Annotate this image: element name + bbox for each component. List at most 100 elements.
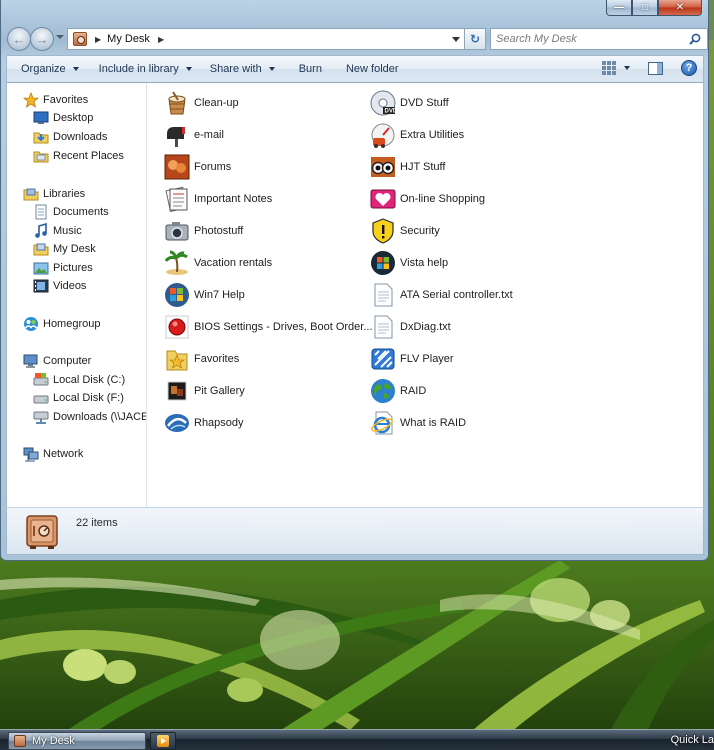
forward-arrow-icon: → (35, 31, 49, 47)
nav-downloads[interactable]: Downloads (33, 128, 107, 146)
close-icon: ✕ (675, 2, 685, 13)
forums-image-icon (164, 154, 190, 180)
maximize-button[interactable]: □ (632, 0, 658, 16)
details-pane: 22 items (6, 507, 704, 555)
file-item-favorites[interactable]: Favorites (164, 345, 239, 373)
change-view-icon[interactable] (602, 61, 616, 75)
burn-button[interactable]: Burn (291, 56, 330, 82)
quick-launch-toolbar[interactable]: Quick La (671, 734, 714, 746)
nav-network[interactable]: Network (23, 445, 83, 463)
include-in-library-menu[interactable]: Include in library (91, 56, 200, 82)
nav-label: Recent Places (53, 150, 124, 162)
file-item-dvd-stuff[interactable]: DVD DVD Stuff (370, 89, 449, 117)
nav-label: Local Disk (F:) (53, 392, 124, 404)
nav-label: Documents (53, 206, 109, 218)
file-item-email[interactable]: e-mail (164, 121, 224, 149)
file-item-extra-utilities[interactable]: Extra Utilities (370, 121, 464, 149)
nav-downloads-network-drive[interactable]: Downloads (\\JACEE (33, 408, 146, 426)
breadcrumb-chevron-icon[interactable]: ▶ (95, 35, 101, 44)
command-bar: Organize Include in library Share with B… (6, 55, 704, 83)
file-item-security[interactable]: Security (370, 217, 440, 245)
file-item-online-shopping[interactable]: On-line Shopping (370, 185, 485, 213)
file-label: e-mail (194, 129, 224, 141)
file-item-vista-help[interactable]: Vista help (370, 249, 448, 277)
help-icon[interactable]: ? (681, 60, 697, 76)
nav-documents[interactable]: Documents (33, 203, 109, 221)
nav-homegroup[interactable]: Homegroup (23, 315, 100, 333)
preview-pane-icon[interactable] (648, 61, 663, 75)
rhapsody-icon (165, 414, 189, 432)
file-label: Vacation rentals (194, 257, 273, 269)
taskbar-button-my-desk[interactable]: My Desk (8, 732, 146, 750)
nav-music[interactable]: Music (33, 222, 82, 240)
dvd-icon: DVD (370, 90, 396, 116)
recent-pages-dropdown[interactable] (56, 35, 64, 39)
file-item-clean-up[interactable]: Clean-up (164, 89, 239, 117)
address-dropdown-icon[interactable] (452, 37, 460, 42)
nav-local-disk-f[interactable]: Local Disk (F:) (33, 389, 124, 407)
refresh-button[interactable]: ↻ (464, 28, 486, 50)
network-icon (23, 447, 39, 462)
taskbar-button-media-player[interactable] (150, 732, 176, 750)
shopping-heart-icon (370, 189, 396, 209)
notes-icon (165, 186, 188, 212)
safe-icon (14, 735, 26, 747)
windows-logo-icon (165, 283, 189, 307)
nav-my-desk[interactable]: My Desk (33, 240, 96, 258)
nav-pictures[interactable]: Pictures (33, 259, 93, 277)
breadcrumb-chevron-icon[interactable]: ▶ (158, 35, 164, 44)
organize-menu[interactable]: Organize (7, 56, 87, 82)
star-icon (23, 92, 39, 108)
breadcrumb-my-desk[interactable]: My Desk (107, 33, 150, 45)
file-item-dxdiag-txt[interactable]: DxDiag.txt (370, 313, 451, 341)
nav-local-disk-c[interactable]: Local Disk (C:) (33, 371, 125, 389)
nav-computer[interactable]: Computer (23, 352, 91, 370)
file-item-bios-settings[interactable]: BIOS Settings - Drives, Boot Order... (164, 313, 373, 341)
taskbar-button-label: My Desk (32, 735, 75, 747)
file-item-forums[interactable]: Forums (164, 153, 231, 181)
forward-button[interactable]: → (30, 27, 54, 51)
file-item-rhapsody[interactable]: Rhapsody (164, 409, 244, 437)
navigation-pane: Favorites Desktop Downloads Recent Place… (7, 83, 147, 507)
file-item-vacation-rentals[interactable]: Vacation rentals (164, 249, 272, 277)
search-input[interactable] (496, 30, 686, 48)
file-label: Favorites (194, 353, 240, 365)
file-item-photostuff[interactable]: Photostuff (164, 217, 243, 245)
safe-icon (26, 515, 58, 549)
nav-videos[interactable]: Videos (33, 277, 86, 295)
file-label: Clean-up (194, 97, 239, 109)
file-item-pit-gallery[interactable]: Pit Gallery (164, 377, 245, 405)
close-button[interactable]: ✕ (658, 0, 702, 16)
address-bar[interactable]: ▶ My Desk ▶ (67, 28, 466, 50)
search-icon[interactable] (689, 33, 701, 45)
file-item-important-notes[interactable]: Important Notes (164, 185, 272, 213)
svg-text:DVD: DVD (385, 109, 397, 115)
dropdown-arrow-icon (185, 67, 192, 71)
file-label: HJT Stuff (400, 161, 446, 173)
system-drive-icon (33, 373, 49, 386)
file-label: BIOS Settings - Drives, Boot Order... (194, 321, 373, 333)
shield-icon (372, 218, 394, 244)
nav-desktop[interactable]: Desktop (33, 109, 93, 127)
nav-libraries[interactable]: Libraries (23, 185, 85, 203)
file-label: DVD Stuff (400, 97, 449, 109)
new-folder-button[interactable]: New folder (338, 56, 407, 82)
back-button[interactable]: ← (7, 27, 31, 51)
refresh-icon: ↻ (469, 32, 481, 46)
nav-favorites[interactable]: Favorites (23, 91, 88, 109)
globe-icon (371, 379, 395, 403)
file-item-flv-player[interactable]: FLV Player (370, 345, 454, 373)
view-options-dropdown[interactable] (624, 66, 630, 70)
nav-label: My Desk (53, 243, 96, 255)
file-item-what-is-raid[interactable]: What is RAID (370, 409, 466, 437)
mailbox-icon (167, 127, 185, 147)
file-item-ata-serial-txt[interactable]: ATA Serial controller.txt (370, 281, 513, 309)
file-item-win7-help[interactable]: Win7 Help (164, 281, 245, 309)
file-item-raid[interactable]: RAID (370, 377, 426, 405)
nav-recent-places[interactable]: Recent Places (33, 147, 124, 165)
file-item-hjt-stuff[interactable]: HJT Stuff (370, 153, 445, 181)
share-with-menu[interactable]: Share with (202, 56, 283, 82)
file-label: What is RAID (400, 417, 467, 429)
search-box[interactable] (490, 28, 708, 50)
minimize-button[interactable]: — (606, 0, 632, 16)
